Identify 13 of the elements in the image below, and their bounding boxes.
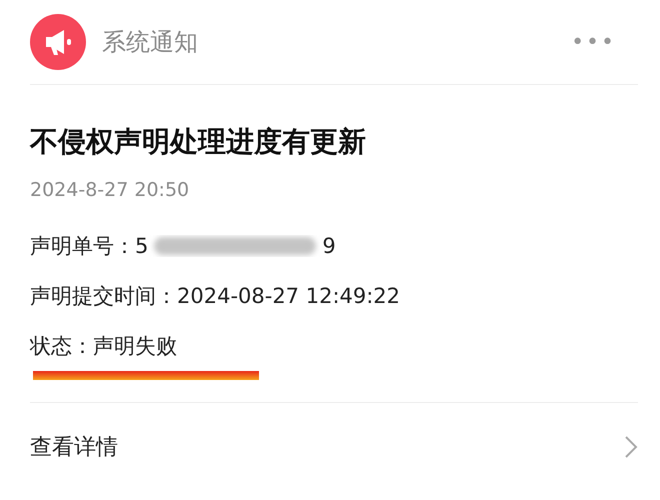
notice-time: 2024-8-27 20:50 bbox=[30, 179, 190, 201]
chevron-right-icon bbox=[624, 435, 638, 459]
field-label: 声明提交时间： bbox=[30, 283, 177, 310]
notice-title: 不侵权声明处理进度有更新 bbox=[30, 124, 367, 160]
details-link[interactable]: 查看详情 bbox=[30, 432, 118, 462]
field-value: 2024-08-27 12:49:22 bbox=[177, 284, 400, 308]
field-value: 声明失败 bbox=[93, 333, 177, 360]
field-label: 声明单号： bbox=[30, 233, 135, 260]
megaphone-icon bbox=[30, 14, 86, 70]
field-label: 状态： bbox=[30, 333, 93, 360]
field-value: 9 bbox=[322, 234, 336, 258]
header-title: 系统通知 bbox=[102, 27, 199, 58]
field-value: 5 bbox=[135, 234, 148, 258]
